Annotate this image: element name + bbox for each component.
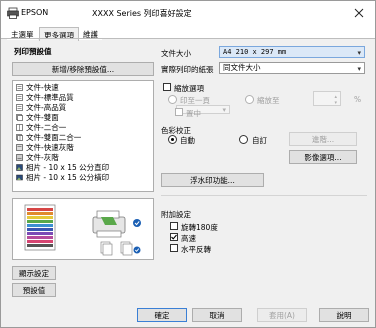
output-paper-label: 實際列印的紙張: [161, 65, 214, 74]
high-speed-label: 高速: [181, 234, 196, 243]
mirror-image-checkbox[interactable]: [170, 244, 178, 252]
color-custom-radio[interactable]: [239, 135, 248, 144]
chevron-down-icon: ▾: [357, 65, 361, 73]
rotate-180-checkbox[interactable]: [170, 222, 178, 230]
printing-preferences-window: EPSON XXXX Series 列印喜好設定 主選單 更多選項 維護 列印預…: [0, 0, 376, 328]
document-icon: [16, 104, 23, 111]
preset-label: 文件-標準品質: [26, 93, 74, 102]
document-icon: [16, 84, 23, 91]
fit-to-page-select[interactable]: ▾: [176, 105, 230, 114]
preset-item[interactable]: 文件-高品質: [16, 103, 66, 112]
additional-settings-label: 附加設定: [161, 210, 191, 219]
presets-title: 列印預設值: [14, 47, 52, 56]
duplex-document-icon: [16, 114, 23, 121]
mirror-image-label: 水平反轉: [181, 245, 211, 254]
checkmark-icon: [171, 234, 177, 240]
duplex-two-up-icon: [16, 134, 23, 141]
close-icon: [354, 8, 364, 18]
center-checkbox[interactable]: [175, 108, 183, 116]
grayscale-document-icon: [16, 154, 23, 161]
window-title: XXXX Series 列印喜好設定: [92, 9, 192, 18]
preset-item[interactable]: 文件-雙面二合一: [16, 133, 81, 142]
document-size-label: 文件大小: [161, 49, 191, 58]
preset-label: 文件-二合一: [26, 123, 67, 132]
zoom-to-label: 縮放至: [257, 96, 280, 105]
watermark-features-button[interactable]: 浮水印功能...: [161, 173, 264, 187]
spin-down-icon: ▾: [334, 100, 337, 106]
rotate-180-label: 旋轉180度: [181, 223, 218, 232]
chevron-down-icon: ▾: [222, 106, 226, 114]
high-speed-checkbox[interactable]: [170, 233, 178, 241]
preset-item[interactable]: 文件-標準品質: [16, 93, 74, 102]
preset-label: 文件-快速: [26, 83, 59, 92]
image-options-button[interactable]: 影像選項...: [289, 150, 357, 164]
defaults-button[interactable]: 預設值: [12, 283, 56, 297]
zoom-to-radio[interactable]: [245, 95, 254, 104]
output-paper-value: 同文件大小: [223, 63, 261, 72]
preset-item[interactable]: 文件-二合一: [16, 123, 66, 132]
show-settings-button[interactable]: 顯示設定: [12, 266, 56, 280]
title-bar: EPSON XXXX Series 列印喜好設定: [1, 1, 375, 25]
photo-icon: [16, 164, 23, 171]
brand-name: EPSON: [21, 8, 49, 17]
reduce-enlarge-checkbox[interactable]: [163, 83, 171, 91]
color-auto-label: 自動: [180, 136, 195, 145]
fit-to-page-radio[interactable]: [168, 95, 177, 104]
preview-illustration: [24, 204, 141, 256]
chevron-down-icon: ▾: [357, 49, 361, 57]
preset-label: 文件-高品質: [26, 103, 67, 112]
output-paper-select[interactable]: 同文件大小 ▾: [219, 62, 365, 74]
preset-item[interactable]: 相片 - 10 x 15 公分直印: [16, 163, 109, 172]
divider: [161, 195, 367, 196]
help-button[interactable]: 說明: [319, 308, 369, 322]
two-up-document-icon: [16, 124, 23, 131]
color-auto-radio[interactable]: [168, 135, 177, 144]
preset-item[interactable]: 文件-快速灰階: [16, 143, 74, 152]
tab-bar: 主選單 更多選項 維護: [1, 25, 375, 41]
preset-item[interactable]: 文件-雙面: [16, 113, 59, 122]
preset-item[interactable]: 文件-灰階: [16, 153, 59, 162]
preset-item[interactable]: 相片 - 10 x 15 公分橫印: [16, 173, 109, 182]
color-custom-label: 自訂: [252, 136, 267, 145]
preset-item[interactable]: 文件-快速: [16, 83, 59, 92]
preset-label: 文件-雙面二合一: [26, 133, 82, 142]
presets-list[interactable]: 文件-快速 文件-標準品質 文件-高品質 文件-雙面 文件-二合一 文件-雙面二…: [12, 80, 154, 192]
grayscale-document-icon: [16, 144, 23, 151]
document-icon: [16, 94, 23, 101]
reduce-enlarge-label: 縮放選項: [174, 84, 204, 93]
preset-label: 相片 - 10 x 15 公分橫印: [26, 173, 110, 182]
apply-button[interactable]: 套用(A): [257, 308, 307, 322]
tab-panel-border: [1, 38, 375, 39]
printer-icon: [7, 7, 19, 19]
preset-label: 文件-快速灰階: [26, 143, 74, 152]
preset-label: 相片 - 10 x 15 公分直印: [26, 163, 110, 172]
preset-label: 文件-灰階: [26, 153, 59, 162]
percent-label: %: [354, 95, 362, 104]
close-button[interactable]: [347, 3, 371, 23]
add-remove-presets-button[interactable]: 新增/移除預設值...: [12, 62, 154, 76]
preset-label: 文件-雙面: [26, 113, 59, 122]
document-size-select[interactable]: A4 210 x 297 mm ▾: [219, 46, 365, 58]
photo-icon: [16, 174, 23, 181]
ok-button[interactable]: 確定: [137, 308, 187, 322]
advanced-button[interactable]: 進階...: [289, 132, 357, 146]
center-label: 置中: [186, 109, 201, 118]
zoom-percent-spinner[interactable]: ▴ ▾: [313, 91, 341, 106]
document-size-value: A4 210 x 297 mm: [223, 48, 287, 56]
print-preview: [12, 198, 154, 260]
cancel-button[interactable]: 取消: [192, 308, 242, 322]
